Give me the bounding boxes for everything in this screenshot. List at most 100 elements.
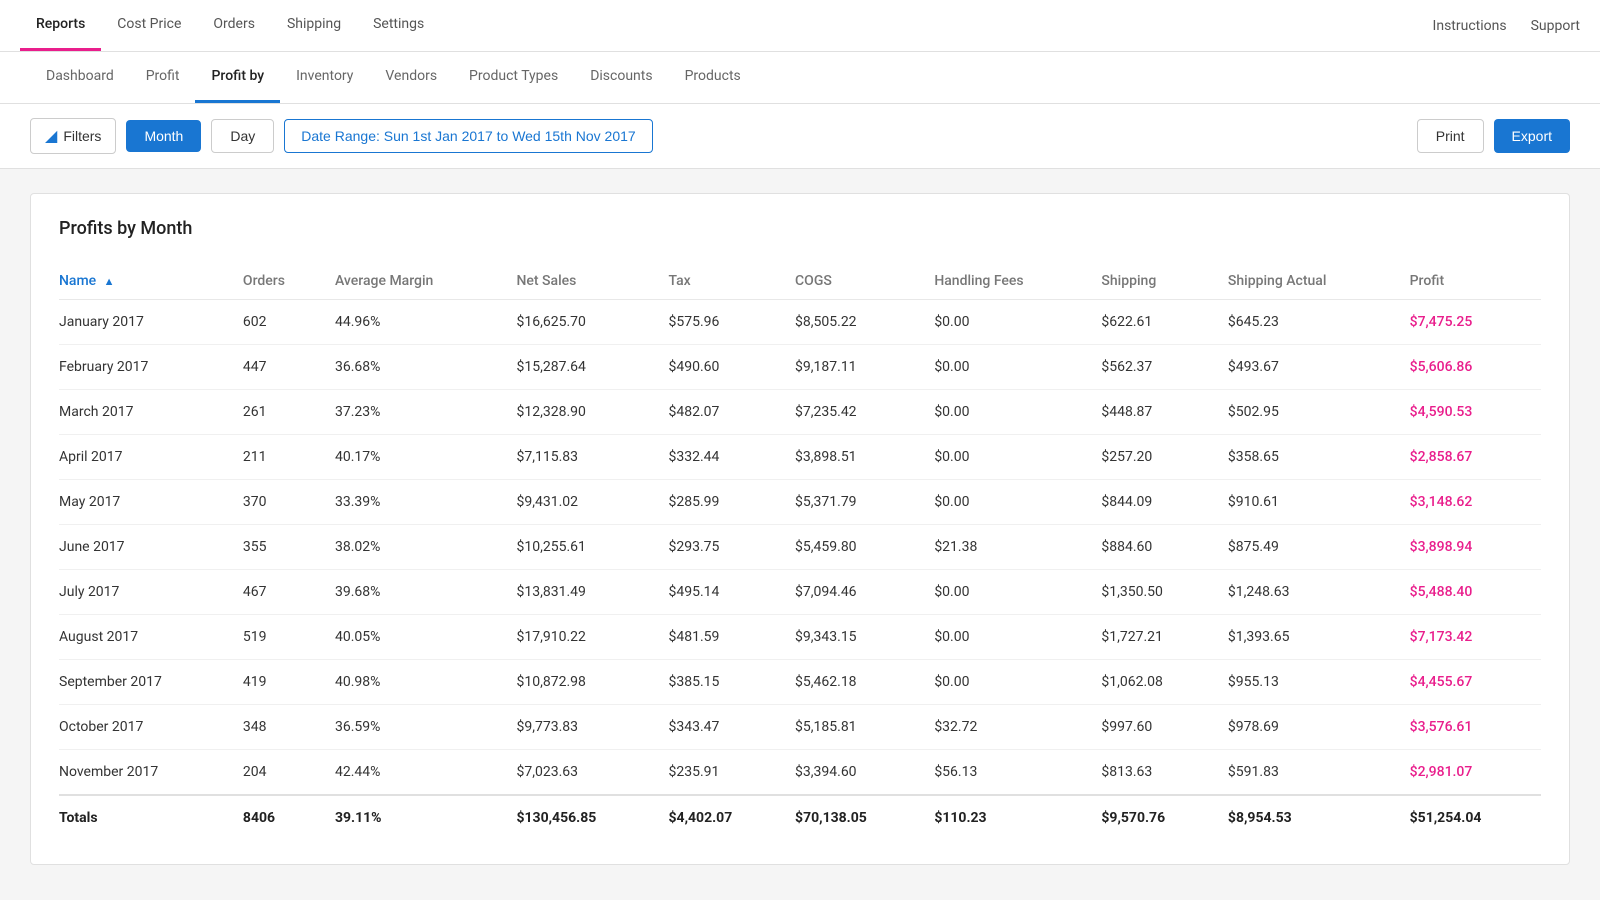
- cell-cogs: $3,898.51: [787, 435, 926, 480]
- cell-profit: $3,898.94: [1402, 525, 1541, 570]
- nav-tab-cost-price[interactable]: Cost Price: [101, 0, 197, 51]
- nav-tab-shipping[interactable]: Shipping: [271, 0, 357, 51]
- sub-navigation: Dashboard Profit Profit by Inventory Ven…: [0, 52, 1600, 104]
- sub-tab-dashboard[interactable]: Dashboard: [30, 52, 130, 103]
- cell-orders: 447: [235, 345, 327, 390]
- cell-tax: $481.59: [661, 615, 788, 660]
- top-nav-right: Instructions Support: [1433, 0, 1580, 51]
- cell-name: July 2017: [59, 570, 235, 615]
- cell-shippingActual: $1,393.65: [1220, 615, 1402, 660]
- cell-name: August 2017: [59, 615, 235, 660]
- nav-instructions[interactable]: Instructions: [1433, 18, 1507, 34]
- card-title: Profits by Month: [59, 218, 1541, 239]
- cell-handlingFees: $0.00: [926, 615, 1093, 660]
- cell-tax: $285.99: [661, 480, 788, 525]
- cell-profit: $3,576.61: [1402, 705, 1541, 750]
- cell-profit: $4,590.53: [1402, 390, 1541, 435]
- sub-tab-discounts[interactable]: Discounts: [574, 52, 668, 103]
- cell-shippingActual: $1,248.63: [1220, 570, 1402, 615]
- cell-cogs: $7,235.42: [787, 390, 926, 435]
- table-row: October 201734836.59%$9,773.83$343.47$5,…: [59, 705, 1541, 750]
- cell-orders: 261: [235, 390, 327, 435]
- main-content: Profits by Month Name ▲ Orders Average M…: [0, 169, 1600, 889]
- cell-cogs: $9,187.11: [787, 345, 926, 390]
- table-row: July 201746739.68%$13,831.49$495.14$7,09…: [59, 570, 1541, 615]
- cell-shipping: $622.61: [1093, 300, 1220, 345]
- sub-tab-products[interactable]: Products: [669, 52, 757, 103]
- cell-profit: $2,981.07: [1402, 750, 1541, 796]
- cell-avgMargin: 36.59%: [327, 705, 509, 750]
- nav-tab-orders[interactable]: Orders: [197, 0, 271, 51]
- cell-handlingFees: $0.00: [926, 435, 1093, 480]
- cell-name: February 2017: [59, 345, 235, 390]
- cell-avgMargin: 42.44%: [327, 750, 509, 796]
- cell-orders: 355: [235, 525, 327, 570]
- nav-tab-reports[interactable]: Reports: [20, 0, 101, 51]
- totals-cell-avgMargin: 39.11%: [327, 795, 509, 840]
- filters-button[interactable]: ◢ Filters: [30, 118, 116, 154]
- sub-tab-profit-by[interactable]: Profit by: [195, 52, 280, 103]
- table-row: August 201751940.05%$17,910.22$481.59$9,…: [59, 615, 1541, 660]
- totals-cell-profit: $51,254.04: [1402, 795, 1541, 840]
- cell-name: September 2017: [59, 660, 235, 705]
- date-range-button[interactable]: Date Range: Sun 1st Jan 2017 to Wed 15th…: [284, 119, 652, 153]
- nav-tab-settings[interactable]: Settings: [357, 0, 440, 51]
- table-row: January 201760244.96%$16,625.70$575.96$8…: [59, 300, 1541, 345]
- cell-handlingFees: $0.00: [926, 390, 1093, 435]
- day-button[interactable]: Day: [211, 119, 274, 153]
- nav-support[interactable]: Support: [1531, 18, 1580, 34]
- export-button[interactable]: Export: [1494, 119, 1570, 153]
- totals-cell-cogs: $70,138.05: [787, 795, 926, 840]
- cell-cogs: $3,394.60: [787, 750, 926, 796]
- cell-profit: $7,475.25: [1402, 300, 1541, 345]
- col-shipping-actual: Shipping Actual: [1220, 263, 1402, 300]
- cell-profit: $3,148.62: [1402, 480, 1541, 525]
- cell-handlingFees: $0.00: [926, 570, 1093, 615]
- cell-shipping: $813.63: [1093, 750, 1220, 796]
- cell-avgMargin: 40.17%: [327, 435, 509, 480]
- cell-orders: 211: [235, 435, 327, 480]
- sub-tab-inventory[interactable]: Inventory: [280, 52, 369, 103]
- sub-tab-profit[interactable]: Profit: [130, 52, 196, 103]
- profits-table: Name ▲ Orders Average Margin Net Sales T…: [59, 263, 1541, 840]
- cell-shippingActual: $875.49: [1220, 525, 1402, 570]
- cell-tax: $495.14: [661, 570, 788, 615]
- cell-orders: 467: [235, 570, 327, 615]
- sub-tab-vendors[interactable]: Vendors: [369, 52, 453, 103]
- month-button[interactable]: Month: [126, 120, 201, 152]
- cell-cogs: $7,094.46: [787, 570, 926, 615]
- totals-cell-handlingFees: $110.23: [926, 795, 1093, 840]
- table-row: June 201735538.02%$10,255.61$293.75$5,45…: [59, 525, 1541, 570]
- totals-cell-shipping: $9,570.76: [1093, 795, 1220, 840]
- cell-handlingFees: $0.00: [926, 660, 1093, 705]
- table-row: November 201720442.44%$7,023.63$235.91$3…: [59, 750, 1541, 796]
- cell-netSales: $10,872.98: [508, 660, 660, 705]
- cell-profit: $4,455.67: [1402, 660, 1541, 705]
- cell-tax: $490.60: [661, 345, 788, 390]
- cell-netSales: $13,831.49: [508, 570, 660, 615]
- cell-shippingActual: $910.61: [1220, 480, 1402, 525]
- cell-shippingActual: $502.95: [1220, 390, 1402, 435]
- cell-profit: $7,173.42: [1402, 615, 1541, 660]
- col-cogs: COGS: [787, 263, 926, 300]
- cell-cogs: $5,185.81: [787, 705, 926, 750]
- cell-shipping: $997.60: [1093, 705, 1220, 750]
- table-row: April 201721140.17%$7,115.83$332.44$3,89…: [59, 435, 1541, 480]
- cell-orders: 370: [235, 480, 327, 525]
- cell-netSales: $7,023.63: [508, 750, 660, 796]
- table-row: February 201744736.68%$15,287.64$490.60$…: [59, 345, 1541, 390]
- header-row: Name ▲ Orders Average Margin Net Sales T…: [59, 263, 1541, 300]
- sort-icon: ▲: [104, 275, 115, 288]
- sub-tab-product-types[interactable]: Product Types: [453, 52, 574, 103]
- cell-netSales: $7,115.83: [508, 435, 660, 480]
- table-header: Name ▲ Orders Average Margin Net Sales T…: [59, 263, 1541, 300]
- cell-handlingFees: $0.00: [926, 345, 1093, 390]
- cell-netSales: $10,255.61: [508, 525, 660, 570]
- cell-netSales: $16,625.70: [508, 300, 660, 345]
- col-name[interactable]: Name ▲: [59, 263, 235, 300]
- cell-cogs: $5,371.79: [787, 480, 926, 525]
- table-body: January 201760244.96%$16,625.70$575.96$8…: [59, 300, 1541, 841]
- print-button[interactable]: Print: [1417, 119, 1484, 153]
- cell-cogs: $5,462.18: [787, 660, 926, 705]
- cell-tax: $235.91: [661, 750, 788, 796]
